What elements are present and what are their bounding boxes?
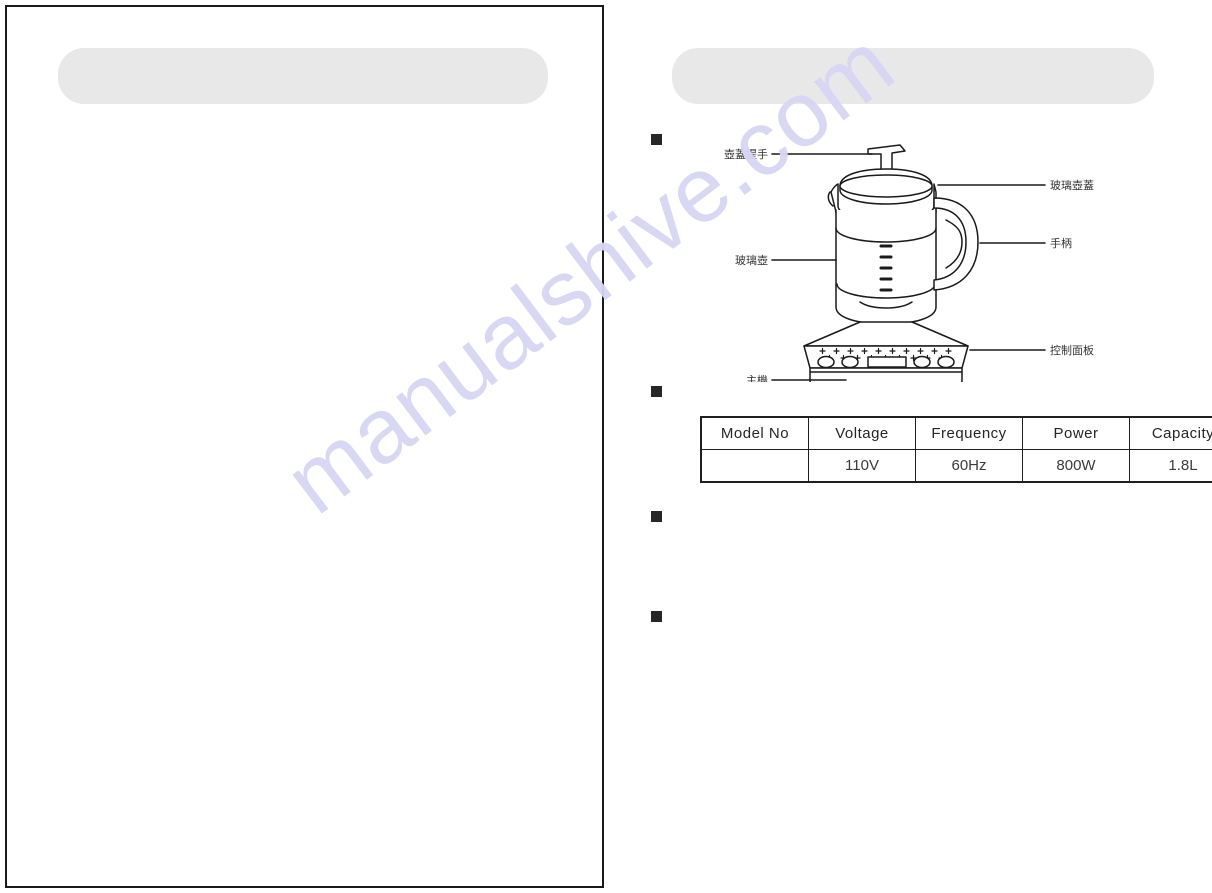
section-bullet-2: [651, 386, 662, 397]
spec-table-header-model-no: Model No: [700, 416, 809, 450]
spec-table-row: 110V 60Hz 800W 1.8L: [700, 449, 1212, 483]
section-bullet-3: [651, 511, 662, 522]
control-button-1: [817, 355, 835, 369]
spec-table-header-frequency: Frequency: [915, 416, 1023, 450]
base-top-plate: [803, 321, 969, 347]
pot-handle-inner: [945, 219, 963, 269]
callout-control-panel-label: 控制面板: [1050, 343, 1094, 357]
spec-value-frequency: 60Hz: [915, 449, 1023, 483]
spec-value-model-no: [700, 449, 809, 483]
spec-value-power: 800W: [1022, 449, 1130, 483]
callout-main-unit-label: 主機: [746, 373, 768, 382]
callout-handle-label: 手柄: [1050, 236, 1072, 250]
section-bullet-1: [651, 134, 662, 145]
control-button-4: [937, 355, 955, 369]
spec-value-voltage: 110V: [808, 449, 916, 483]
control-button-3: [913, 355, 931, 369]
spec-table-header-capacity: Capacity: [1129, 416, 1212, 450]
callout-glass-lid-label: 玻璃壺蓋: [1050, 178, 1094, 192]
spec-table-header-row: Model No Voltage Frequency Power Capacit…: [700, 416, 1212, 450]
spec-table-header-voltage: Voltage: [808, 416, 916, 450]
control-display: [867, 356, 907, 368]
lid-knob-shape: [867, 144, 906, 171]
callout-lid-handle-label: 壺蓋提手: [724, 147, 768, 161]
spec-table-wrapper: Model No Voltage Frequency Power Capacit…: [700, 416, 1212, 483]
spec-value-capacity: 1.8L: [1129, 449, 1212, 483]
section-bullet-4: [651, 611, 662, 622]
pot-handle-shape: [933, 197, 979, 291]
callout-glass-pot-label: 玻璃壺: [735, 253, 768, 267]
spec-table-header-power: Power: [1022, 416, 1130, 450]
parts-diagram: 壺蓋提手 玻璃壺蓋 玻璃壺 手柄 控制面板 主機: [700, 132, 1130, 382]
page-left: [5, 5, 604, 888]
spec-table: Model No Voltage Frequency Power Capacit…: [700, 416, 1212, 483]
control-button-2: [841, 355, 859, 369]
lid-rim: [839, 174, 933, 198]
